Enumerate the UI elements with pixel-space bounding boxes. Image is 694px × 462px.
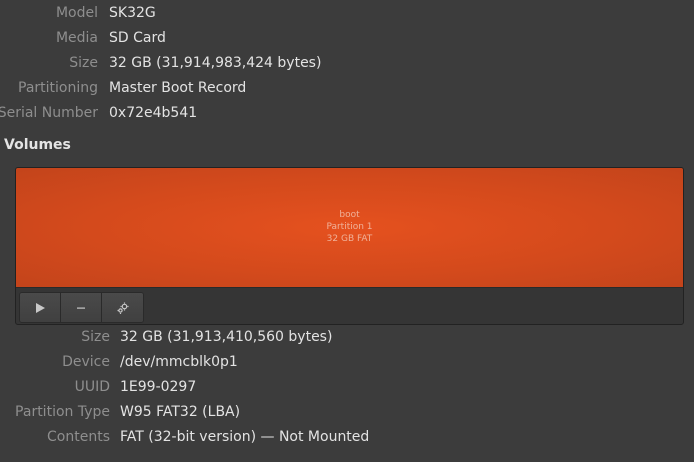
- mount-button[interactable]: [20, 293, 61, 322]
- partition-name: boot: [339, 210, 360, 220]
- play-icon: [36, 302, 45, 313]
- partition-uuid-value: 1E99-0297: [120, 379, 197, 395]
- volumes-heading: Volumes: [4, 137, 71, 153]
- partition-text: boot Partition 1 32 GB FAT: [16, 209, 683, 245]
- drive-media-label: Media: [55, 30, 98, 46]
- partition-settings-button[interactable]: [102, 293, 143, 322]
- partition-uuid-label: UUID: [74, 379, 110, 395]
- partition-size-label: Size: [81, 329, 110, 345]
- partition-device-value: /dev/mmcblk0p1: [120, 354, 238, 370]
- drive-model-value: SK32G: [109, 5, 156, 21]
- minus-icon: [77, 307, 85, 309]
- partition-block[interactable]: boot Partition 1 32 GB FAT: [16, 168, 683, 288]
- drive-serial-value: 0x72e4b541: [109, 105, 198, 121]
- partition-number: Partition 1: [326, 222, 373, 232]
- drive-media-value: SD Card: [109, 30, 166, 46]
- drive-partitioning-value: Master Boot Record: [109, 80, 247, 96]
- partition-type-value: W95 FAT32 (LBA): [120, 404, 241, 420]
- drive-size-value: 32 GB (31,914,983,424 bytes): [109, 55, 322, 71]
- partition-device-label: Device: [62, 354, 110, 370]
- volume-toolbar: [19, 292, 144, 323]
- partition-contents-label: Contents: [47, 429, 110, 445]
- gears-icon: [117, 302, 128, 314]
- volume-map: boot Partition 1 32 GB FAT: [15, 167, 684, 325]
- drive-model-label: Model: [55, 5, 98, 21]
- drive-serial-label: Serial Number: [0, 105, 98, 121]
- partition-summary: 32 GB FAT: [326, 234, 373, 244]
- partition-type-label: Partition Type: [15, 404, 110, 420]
- drive-partitioning-label: Partitioning: [18, 80, 98, 96]
- drive-size-label: Size: [69, 55, 98, 71]
- partition-size-value: 32 GB (31,913,410,560 bytes): [120, 329, 333, 345]
- partition-contents-value: FAT (32-bit version) — Not Mounted: [120, 429, 370, 445]
- remove-partition-button[interactable]: [61, 293, 102, 322]
